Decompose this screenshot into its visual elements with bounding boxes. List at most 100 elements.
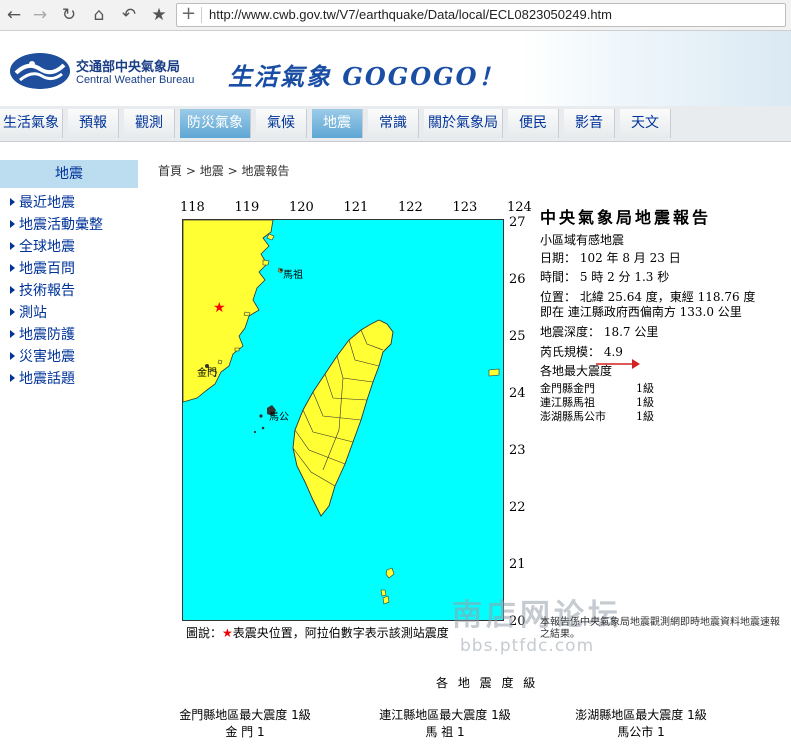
- nav-item[interactable]: 常識: [368, 109, 419, 138]
- triangle-bullet-icon: [10, 308, 15, 316]
- latitude-tick-label: 22: [509, 500, 526, 515]
- caption-prefix: 圖說：: [186, 626, 223, 640]
- longitude-tick-label: 122: [398, 200, 423, 215]
- latitude-tick-label: 24: [509, 386, 526, 401]
- nav-item[interactable]: 氣候: [256, 109, 307, 138]
- triangle-bullet-icon: [10, 374, 15, 382]
- nav-item[interactable]: 生活氣象: [0, 109, 63, 138]
- map-label-matsu: 馬祖: [283, 268, 303, 281]
- longitude-tick-label: 121: [343, 200, 369, 215]
- sidebar-item[interactable]: 災害地震: [10, 346, 75, 366]
- station-intensity: 馬公市 1: [617, 725, 665, 739]
- nav-item[interactable]: 影音: [564, 109, 615, 138]
- breadcrumb-separator: >: [227, 164, 238, 178]
- cwb-logo-icon[interactable]: [10, 53, 70, 89]
- sidebar-item-label: 全球地震: [19, 239, 75, 255]
- county-intensity-block: 連江縣地區最大震度 1級馬 祖 1: [360, 706, 530, 740]
- latitude-tick-label: 27: [509, 215, 526, 230]
- browser-toolbar: ← → ↻ ⌂ ↶ ★ + http://www.cwb.gov.tw/V7/e…: [0, 0, 791, 31]
- url-divider: [201, 7, 202, 23]
- county-max-intensity: 金門縣地區最大震度 1級: [179, 708, 311, 722]
- sidebar-item[interactable]: 地震活動彙整: [10, 214, 103, 234]
- report-date: 日期： 102 年 8 月 23 日: [540, 251, 681, 265]
- report-max-intensity-header: 各地最大震度: [540, 364, 613, 378]
- sidebar-item-label: 地震話題: [19, 371, 75, 387]
- triangle-bullet-icon: [10, 242, 15, 250]
- sidebar-item[interactable]: 全球地震: [10, 236, 75, 256]
- latitude-tick-label: 23: [509, 443, 526, 458]
- longitude-tick-label: 120: [289, 200, 314, 215]
- sidebar-item-label: 技術報告: [19, 283, 75, 299]
- sidebar-item[interactable]: 地震話題: [10, 368, 75, 388]
- triangle-bullet-icon: [10, 330, 15, 338]
- home-icon[interactable]: ⌂: [87, 3, 111, 27]
- report-time: 時間： 5 時 2 分 1.3 秒: [540, 270, 670, 284]
- triangle-bullet-icon: [10, 264, 15, 272]
- caption-text: 表震央位置，阿拉伯數字表示該測站震度: [232, 626, 449, 640]
- report-depth: 地震深度： 18.7 公里: [540, 325, 659, 339]
- sidebar-item-label: 測站: [19, 305, 47, 321]
- main-nav: 生活氣象 預報 觀測 防災氣象 氣候 地震 常識 關於氣象局 便民 影音 天文: [0, 106, 791, 142]
- map-caption: 圖說：★表震央位置，阿拉伯數字表示該測站震度: [186, 624, 449, 641]
- map-label-penghu: 馬公: [269, 411, 289, 423]
- org-name-en[interactable]: Central Weather Bureau: [76, 74, 194, 86]
- location-name: 澎湖縣馬公市: [540, 410, 606, 423]
- map-svg: 馬祖 金門 馬公 ★: [182, 219, 503, 620]
- sidebar-item-label: 地震百問: [19, 261, 75, 277]
- site-header: 交通部中央氣象局 Central Weather Bureau 生活氣象 GOG…: [0, 31, 791, 106]
- bookmark-star-icon[interactable]: ★: [147, 3, 171, 27]
- earthquake-map: 馬祖 金門 馬公 ★: [182, 219, 504, 621]
- map-label-kinmen: 金門: [197, 366, 217, 379]
- nav-item[interactable]: 天文: [620, 109, 671, 138]
- longitude-tick-label: 118: [180, 200, 205, 215]
- sidebar-title[interactable]: 地震: [0, 160, 138, 188]
- county-intensity-block: 金門縣地區最大震度 1級金 門 1: [160, 706, 330, 740]
- slogan: 生活氣象 GOGOGO！: [228, 62, 505, 91]
- new-tab-plus-icon[interactable]: +: [181, 3, 196, 24]
- intensity-section-title: 各 地 震 度 級: [436, 676, 539, 690]
- breadcrumb-earthquake[interactable]: 地震: [200, 164, 224, 178]
- sidebar-item[interactable]: 最近地震: [10, 192, 75, 212]
- header-background: [520, 31, 791, 106]
- sidebar-item[interactable]: 測站: [10, 302, 47, 322]
- station-intensity: 馬 祖 1: [425, 725, 465, 739]
- county-max-intensity: 澎湖縣地區最大震度 1級: [575, 708, 707, 722]
- watermark-url: bbs.ptfdc.com: [460, 636, 595, 656]
- sidebar-item[interactable]: 技術報告: [10, 280, 75, 300]
- latitude-tick-label: 26: [509, 272, 526, 287]
- location-intensity: 1級: [636, 410, 654, 423]
- nav-item[interactable]: 便民: [508, 109, 559, 138]
- report-title: 中央氣象局地震報告: [540, 208, 712, 227]
- nav-item[interactable]: 關於氣象局: [424, 109, 503, 138]
- report-relative-location: 即在 連江縣政府西偏南方 133.0 公里: [540, 305, 742, 319]
- address-bar[interactable]: + http://www.cwb.gov.tw/V7/earthquake/Da…: [176, 3, 786, 27]
- url-text[interactable]: http://www.cwb.gov.tw/V7/earthquake/Data…: [209, 7, 612, 22]
- sidebar-item-label: 地震防護: [19, 327, 75, 343]
- longitude-tick-label: 123: [452, 200, 478, 215]
- caption-star-icon: ★: [222, 626, 233, 640]
- nav-item[interactable]: 觀測: [124, 109, 175, 138]
- undo-icon[interactable]: ↶: [117, 3, 141, 27]
- forward-arrow-icon[interactable]: →: [28, 3, 52, 27]
- org-name-zh[interactable]: 交通部中央氣象局: [76, 56, 180, 75]
- sidebar-item-label: 災害地震: [19, 349, 75, 365]
- triangle-bullet-icon: [10, 352, 15, 360]
- reload-icon[interactable]: ↻: [57, 3, 81, 27]
- nav-item[interactable]: 預報: [68, 109, 119, 138]
- latitude-tick-label: 21: [509, 557, 526, 572]
- breadcrumb-home[interactable]: 首頁: [158, 164, 182, 178]
- longitude-tick-label: 119: [234, 200, 260, 215]
- sidebar-item-label: 地震活動彙整: [19, 217, 103, 233]
- breadcrumb-report[interactable]: 地震報告: [241, 164, 289, 178]
- back-arrow-icon[interactable]: ←: [2, 3, 26, 27]
- latitude-tick-label: 25: [509, 329, 526, 344]
- nav-item[interactable]: 地震: [312, 109, 363, 138]
- sidebar-item-label: 最近地震: [19, 195, 75, 211]
- sidebar-item[interactable]: 地震防護: [10, 324, 75, 344]
- breadcrumb: 首頁 > 地震 > 地震報告: [158, 162, 289, 179]
- longitude-tick-label: 124: [507, 200, 532, 215]
- station-intensity: 金 門 1: [225, 725, 265, 739]
- triangle-bullet-icon: [10, 220, 15, 228]
- nav-item[interactable]: 防災氣象: [180, 109, 251, 138]
- sidebar-item[interactable]: 地震百問: [10, 258, 75, 278]
